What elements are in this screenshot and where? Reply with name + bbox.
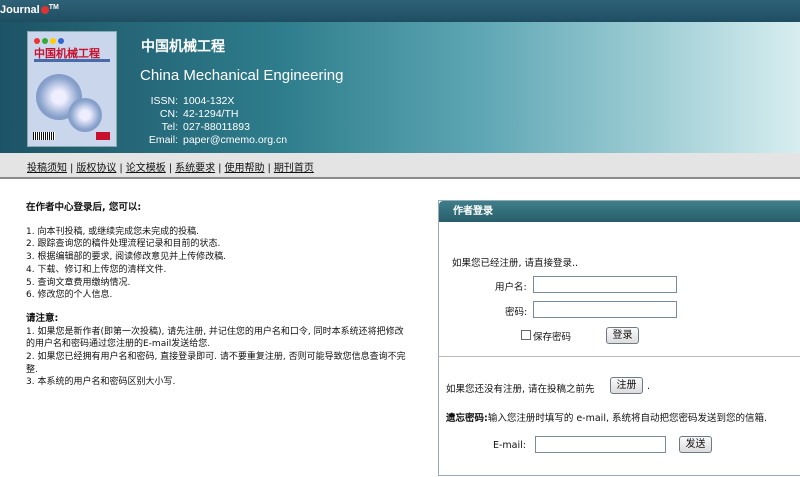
top-bar: Journal TM bbox=[0, 0, 800, 22]
brand-dot-icon bbox=[40, 6, 49, 15]
remember-password-checkbox[interactable] bbox=[521, 330, 531, 340]
username-label: 用户名: bbox=[495, 282, 527, 293]
password-input[interactable] bbox=[533, 301, 677, 318]
register-button[interactable]: 注册 bbox=[610, 377, 643, 394]
email-label: E-mail: bbox=[493, 440, 526, 451]
cover-subtitle-band bbox=[34, 59, 110, 62]
info-email: Email: paper@cmemo.org.cn bbox=[148, 134, 288, 146]
publisher-logo-icon bbox=[96, 132, 110, 140]
login-intro: 如果您已经注册, 请直接登录.. bbox=[452, 258, 579, 269]
brand-text: Journal bbox=[0, 4, 40, 16]
list-item: 5. 查询文章费用缴纳情况. bbox=[26, 277, 131, 288]
nav-link-copyright[interactable]: 版权协议 bbox=[76, 163, 116, 174]
email-input[interactable] bbox=[535, 436, 666, 453]
register-suffix: . bbox=[647, 381, 651, 392]
list-item: 3. 根据编辑部的要求, 阅读修改意见并上传修改稿. bbox=[26, 252, 227, 263]
author-login-panel: 作者登录 如果您已经注册, 请直接登录.. 用户名: 密码: 保存密码 登录 如… bbox=[438, 200, 800, 476]
notice-item: 1. 如果您是新作者(即第一次投稿), 请先注册, 并记住您的用户名和口令, 同… bbox=[26, 326, 404, 350]
login-form: 如果您已经注册, 请直接登录.. 用户名: 密码: 保存密码 登录 bbox=[439, 222, 800, 357]
journal-banner: 中国机械工程 中国机械工程 China Mechanical Engineeri… bbox=[0, 22, 800, 153]
info-tel: Tel: 027-88011893 bbox=[161, 121, 250, 133]
journal-info: ISSN: 1004-132X CN: 42-1294/TH Tel: 027-880… bbox=[140, 95, 287, 147]
journal-brand-logo: Journal TM bbox=[0, 4, 59, 16]
nav-link-template[interactable]: 论文模板 bbox=[126, 163, 166, 174]
nav-link-help[interactable]: 使用帮助 bbox=[225, 163, 265, 174]
info-heading: 在作者中心登录后, 您可以: bbox=[26, 202, 142, 213]
journal-cover-image: 中国机械工程 bbox=[27, 31, 117, 147]
list-item: 4. 下载、修订和上传您的清样文件. bbox=[26, 264, 167, 275]
forgot-password-text: 遗忘密码:输入您注册时填写的 e-mail, 系统将自动把您密码发送到您的信箱. bbox=[446, 413, 768, 424]
username-input[interactable] bbox=[533, 276, 677, 293]
nav-link-submission-guide[interactable]: 投稿须知 bbox=[27, 163, 67, 174]
list-item: 1. 向本刊投稿, 或继续完成您未完成的投稿. bbox=[26, 226, 200, 237]
gear-icon bbox=[68, 98, 102, 132]
nav-link-journal-home[interactable]: 期刊首页 bbox=[274, 163, 314, 174]
info-cn: CN: 42-1294/TH bbox=[159, 108, 239, 120]
notice-item: 2. 如果您已经拥有用户名和密码, 直接登录即可. 请不要重复注册, 否则可能导… bbox=[26, 352, 406, 375]
list-item: 6. 修改您的个人信息. bbox=[26, 290, 113, 301]
login-button[interactable]: 登录 bbox=[606, 327, 639, 344]
nav-bar: 投稿须知 | 版权协议 | 论文模板 | 系统要求 | 使用帮助 | 期刊首页 bbox=[0, 153, 800, 179]
journal-title-cn: 中国机械工程 bbox=[141, 39, 225, 55]
journal-title-en: China Mechanical Engineering bbox=[140, 67, 344, 84]
nav-links: 投稿须知 | 版权协议 | 论文模板 | 系统要求 | 使用帮助 | 期刊首页 bbox=[27, 163, 314, 174]
nav-link-requirements[interactable]: 系统要求 bbox=[175, 163, 215, 174]
password-label: 密码: bbox=[505, 307, 528, 318]
login-panel-title: 作者登录 bbox=[439, 201, 800, 222]
register-prompt: 如果您还没有注册, 请在投稿之前先 bbox=[446, 384, 595, 395]
info-issn: ISSN: 1004-132X bbox=[150, 95, 235, 107]
send-button[interactable]: 发送 bbox=[679, 436, 712, 453]
remember-password-label: 保存密码 bbox=[533, 332, 572, 343]
notice-item: 3. 本系统的用户名和密码区别大小写. bbox=[26, 377, 176, 388]
trademark: TM bbox=[48, 4, 59, 11]
author-center-info: 在作者中心登录后, 您可以: 1. 向本刊投稿, 或继续完成您未完成的投稿. 2… bbox=[26, 202, 406, 389]
notice-heading: 请注意: bbox=[26, 312, 59, 324]
list-item: 2. 跟踪查询您的稿件处理流程记录和目前的状态. bbox=[26, 239, 221, 250]
barcode-icon bbox=[33, 132, 55, 140]
